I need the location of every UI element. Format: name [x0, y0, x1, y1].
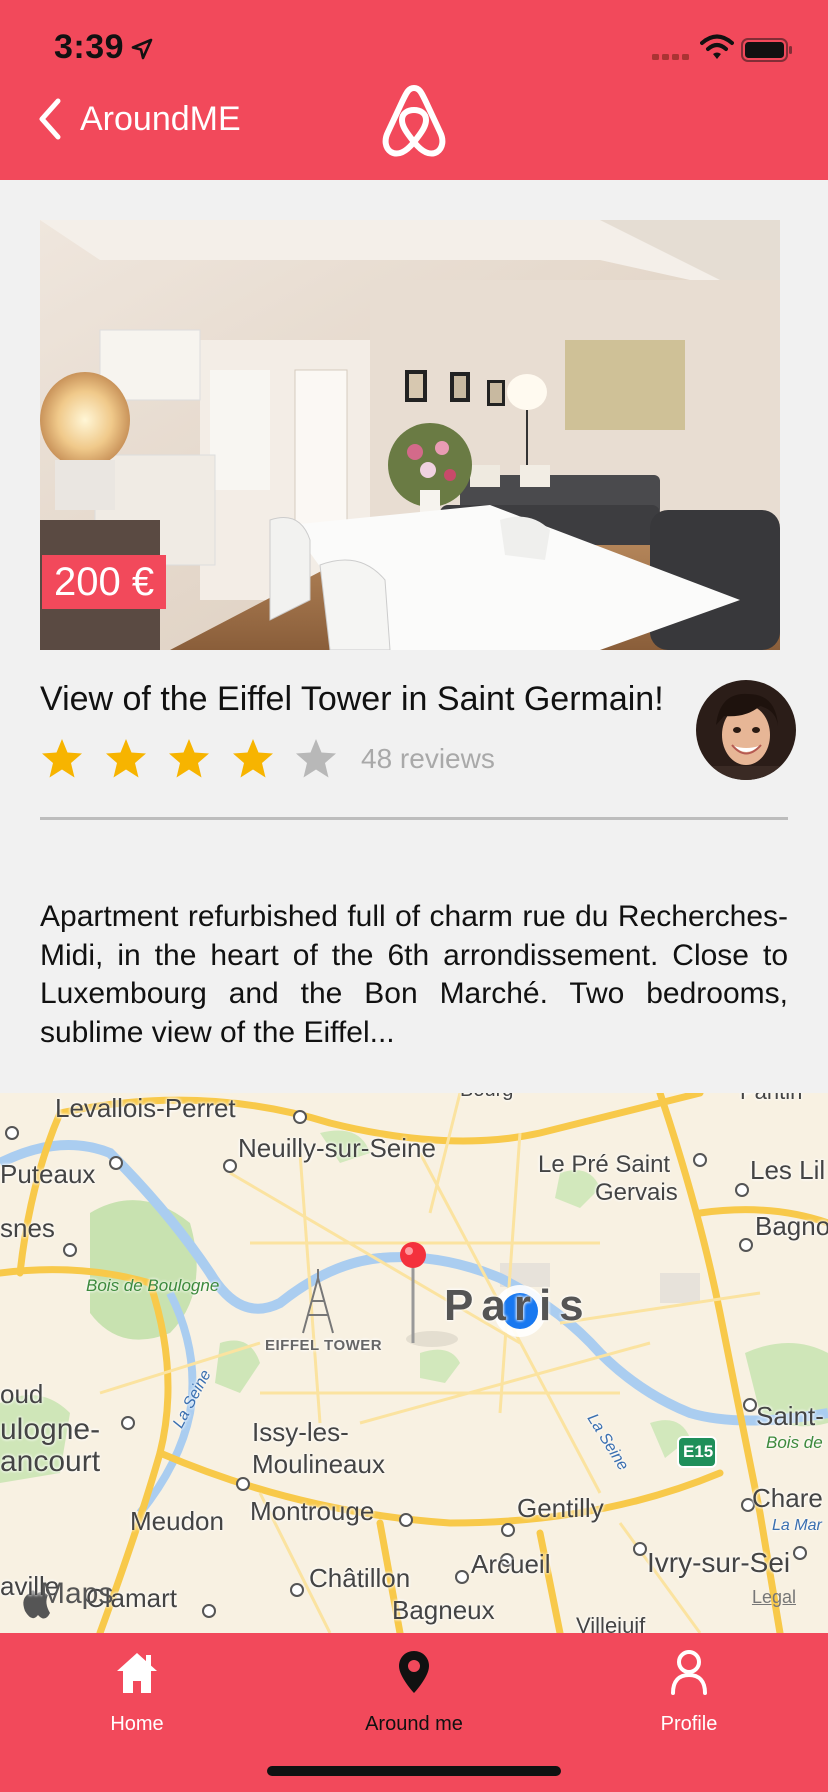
- map-label-villejuif: Villejuif: [576, 1613, 646, 1633]
- e15-road-shield: E15: [683, 1442, 714, 1461]
- map-label-bois-vincennes: Bois de: [766, 1433, 823, 1452]
- star-filled-icon: [105, 739, 146, 778]
- tab-profile-label: Profile: [660, 1713, 718, 1735]
- tab-home-label: Home: [110, 1713, 164, 1735]
- map-label-boulogne-1: ulogne-: [0, 1413, 101, 1446]
- map-label-snes: snes: [0, 1213, 55, 1243]
- map-label-issy-1: Issy-les-: [252, 1417, 349, 1447]
- map-label-meudon: Meudon: [130, 1506, 224, 1536]
- map-label-gentilly: Gentilly: [517, 1493, 604, 1523]
- tab-around-me-label: Around me: [365, 1713, 463, 1735]
- tab-home[interactable]: Home: [47, 1647, 227, 1747]
- location-pin-icon: [399, 1651, 429, 1693]
- status-time: 3:39: [54, 28, 125, 66]
- airbnb-logo-icon: [382, 85, 446, 157]
- map-label-arcueil: Arcueil: [471, 1549, 551, 1579]
- map-label-bourg: Bourg: [460, 1093, 513, 1102]
- section-divider: [40, 817, 788, 820]
- listing-title: View of the Eiffel Tower in Saint Germai…: [40, 680, 664, 718]
- screen: 3:39 AroundME 200 € View of the Eiffel T…: [0, 0, 828, 1792]
- map-label-saint: Saint-: [756, 1401, 824, 1431]
- map-view[interactable]: Levallois-Perret Neuilly-sur-Seine Le Pr…: [0, 1093, 828, 1633]
- cellular-signal-icon: [652, 54, 689, 60]
- map-label-gervais: Gervais: [595, 1179, 678, 1206]
- map-label-neuilly: Neuilly-sur-Seine: [238, 1133, 436, 1163]
- map-label-montrouge: Montrouge: [250, 1496, 375, 1526]
- map-label-bagneux: Bagneux: [392, 1595, 495, 1625]
- price-badge: 200 €: [42, 555, 167, 609]
- listing-description: Apartment refurbished full of charm rue …: [40, 900, 788, 1049]
- star-filled-icon: [42, 739, 82, 778]
- reviews-count[interactable]: 48 reviews: [361, 743, 495, 775]
- wifi-icon: [700, 34, 734, 59]
- map-label-eiffel-tower: EIFFEL TOWER: [265, 1337, 383, 1354]
- map-label-levallois: Levallois-Perret: [55, 1093, 236, 1123]
- map-label-pre-saint: Le Pré Saint: [538, 1151, 671, 1178]
- map-label-bagnolet: Bagno: [755, 1211, 828, 1241]
- map-label-la-marne: La Mar: [772, 1517, 822, 1534]
- header-bar: 3:39 AroundME: [0, 0, 828, 180]
- profile-icon: [671, 1650, 707, 1695]
- map-label-issy-2: Moulineaux: [252, 1449, 385, 1479]
- location-arrow-icon: [131, 38, 153, 60]
- map-label-oud: oud: [0, 1379, 44, 1409]
- home-icon: [117, 1653, 157, 1693]
- star-empty-icon: [296, 739, 336, 778]
- map-label-bois-boulogne: Bois de Boulogne: [86, 1276, 220, 1295]
- map-label-charenton: Chare: [752, 1483, 823, 1513]
- map-label-chatillon: Châtillon: [309, 1563, 411, 1593]
- chevron-left-icon: [39, 98, 61, 140]
- tab-profile[interactable]: Profile: [599, 1647, 779, 1747]
- home-indicator[interactable]: [267, 1766, 561, 1776]
- back-label: AroundME: [80, 99, 241, 138]
- map-label-pantin: Pantin: [740, 1093, 802, 1105]
- maps-attribution: Maps: [40, 1577, 114, 1610]
- host-avatar[interactable]: [696, 680, 796, 780]
- map-label-paris: Paris: [444, 1281, 592, 1330]
- battery-icon: [741, 38, 792, 62]
- star-filled-icon: [169, 739, 209, 778]
- tab-around-me[interactable]: Around me: [324, 1647, 504, 1747]
- map-label-lilas: Les Lil: [750, 1155, 826, 1185]
- map-label-ivry: Ivry-sur-Sei: [647, 1547, 791, 1578]
- map-label-puteaux: Puteaux: [0, 1159, 96, 1189]
- star-filled-icon: [232, 739, 273, 778]
- rating-stars: [40, 737, 358, 781]
- map-legal-link[interactable]: Legal: [752, 1587, 796, 1608]
- map-label-boulogne-2: ancourt: [0, 1445, 101, 1478]
- back-button[interactable]: AroundME: [36, 96, 241, 142]
